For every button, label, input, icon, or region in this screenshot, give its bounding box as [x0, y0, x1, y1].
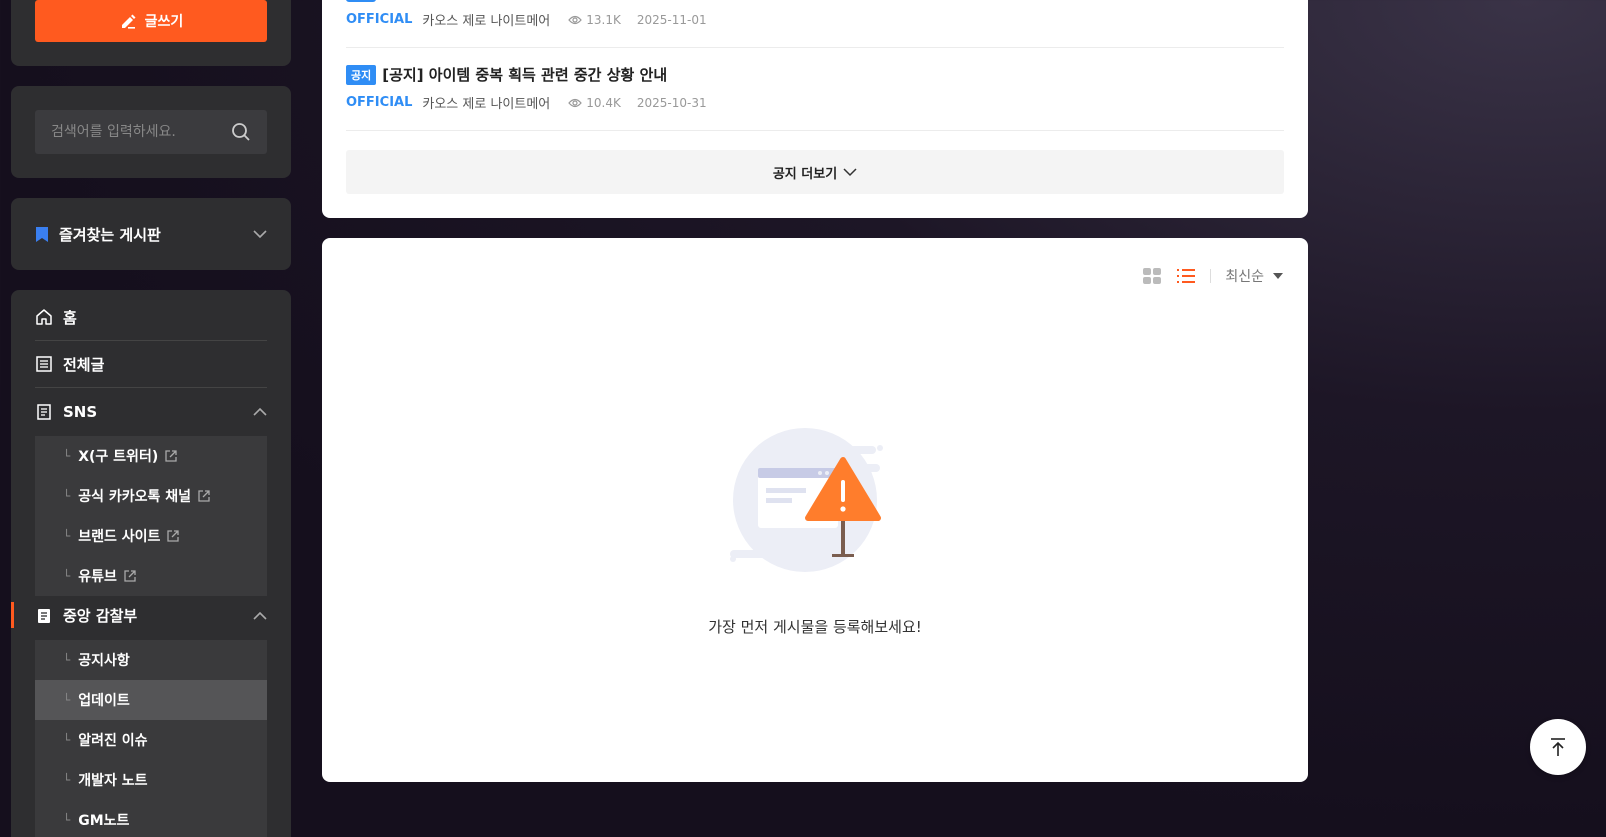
sub-item-notices[interactable]: └ 공지사항: [35, 640, 267, 680]
notice-badge-partial: [346, 0, 376, 2]
posts-card: 최신순 가장 먼저 게시물을 등록해보세요!: [322, 238, 1308, 782]
sub-item-dev-notes[interactable]: └ 개발자 노트: [35, 760, 267, 800]
sub-item-label: X(구 트위터): [78, 449, 159, 465]
pencil-icon: [119, 13, 137, 29]
author-name[interactable]: 카오스 제로 나이트메어: [422, 93, 550, 112]
chevron-up-icon: [253, 407, 267, 416]
more-notices-label: 공지 더보기: [772, 166, 838, 182]
sub-item-label: 브랜드 사이트: [78, 529, 161, 545]
official-label: OFFICIAL: [346, 95, 413, 110]
sub-item-brand[interactable]: └ 브랜드 사이트: [35, 516, 267, 556]
sub-item-label: 알려진 이슈: [78, 733, 148, 749]
external-link-icon: [123, 569, 137, 583]
author-name[interactable]: 카오스 제로 나이트메어: [422, 10, 550, 29]
favorites-label: 즐겨찾는 게시판: [59, 225, 161, 244]
write-panel: 글쓰기: [11, 0, 291, 66]
chevron-down-icon: [253, 229, 267, 239]
caret-down-icon: [1272, 272, 1284, 280]
sub-item-youtube[interactable]: └ 유튜브: [35, 556, 267, 596]
list-document-icon: [35, 355, 53, 373]
sub-item-updates[interactable]: └ 업데이트: [35, 680, 267, 720]
elbow-icon: └: [63, 773, 71, 787]
sub-item-known-issues[interactable]: └ 알려진 이슈: [35, 720, 267, 760]
notice-meta: OFFICIAL 카오스 제로 나이트메어 10.4K 2025-10-31: [346, 93, 707, 112]
views-count: 13.1K: [586, 12, 621, 27]
toolbar-separator: [1210, 269, 1212, 283]
empty-state-illustration: [730, 428, 890, 578]
external-link-icon: [164, 449, 178, 463]
sub-item-x[interactable]: └ X(구 트위터): [35, 436, 267, 476]
chevron-down-icon: [843, 167, 857, 177]
sort-dropdown[interactable]: 최신순: [1225, 266, 1284, 286]
post-date: 2025-11-01: [636, 12, 707, 27]
sub-item-label: 업데이트: [78, 693, 130, 709]
favorites-panel: 즐겨찾는 게시판: [11, 198, 291, 270]
sub-item-label: GM노트: [78, 813, 130, 829]
divider: [346, 130, 1284, 131]
sub-item-gm-notes[interactable]: └ GM노트: [35, 800, 267, 837]
notices-card: OFFICIAL 카오스 제로 나이트메어 13.1K 2025-11-01 공…: [322, 0, 1308, 218]
notice-row-title[interactable]: 공지 [공지] 아이템 중복 획득 관련 중간 상황 안내: [346, 64, 667, 85]
notice-title[interactable]: [공지] 아이템 중복 획득 관련 중간 상황 안내: [382, 64, 667, 85]
nav-home-label: 홈: [63, 308, 77, 327]
sub-item-label: 유튜브: [78, 569, 117, 585]
nav-home[interactable]: 홈: [35, 294, 267, 341]
elbow-icon: └: [63, 813, 71, 827]
views: 13.1K: [568, 13, 621, 27]
bookmark-icon: [35, 226, 49, 243]
home-icon: [35, 308, 53, 326]
elbow-icon: └: [63, 449, 71, 463]
divider: [346, 47, 1284, 48]
nav-sns[interactable]: SNS: [35, 388, 267, 435]
post-date: 2025-10-31: [636, 95, 707, 110]
notice-badge: 공지: [346, 64, 377, 85]
search-box: [35, 110, 267, 154]
empty-state-message: 가장 먼저 게시물을 등록해보세요!: [708, 618, 922, 636]
nav-central-label: 중앙 감찰부: [63, 607, 138, 625]
arrow-up-icon: [1548, 737, 1568, 757]
favorites-toggle[interactable]: 즐겨찾는 게시판: [35, 198, 267, 270]
external-link-icon: [166, 529, 180, 543]
elbow-icon: └: [63, 693, 71, 707]
elbow-icon: └: [63, 653, 71, 667]
views: 10.4K: [568, 96, 621, 110]
central-subgroup: └ 공지사항 └ 업데이트 └ 알려진 이슈 └ 개발자 노트 └ GM노트: [35, 640, 267, 837]
grid-view-icon[interactable]: [1142, 267, 1162, 285]
nav-panel: 홈 전체글 SNS └ X(구 트위터) └ 공식 카카오톡 채널 └ 브랜드 …: [11, 290, 291, 837]
nav-all-posts[interactable]: 전체글: [35, 341, 267, 388]
sub-item-kakao[interactable]: └ 공식 카카오톡 채널: [35, 476, 267, 516]
eye-icon: [568, 98, 583, 108]
elbow-icon: └: [63, 569, 71, 583]
elbow-icon: └: [63, 733, 71, 747]
sort-label: 최신순: [1225, 269, 1264, 285]
write-label: 글쓰기: [144, 14, 184, 30]
view-toolbar: 최신순: [1142, 266, 1284, 286]
elbow-icon: └: [63, 529, 71, 543]
write-button[interactable]: 글쓰기: [35, 0, 267, 42]
chevron-up-icon: [253, 611, 267, 620]
document-filled-icon: [35, 607, 53, 625]
eye-icon: [568, 15, 583, 25]
sub-item-label: 공지사항: [78, 653, 130, 669]
document-icon: [35, 403, 53, 421]
nav-all-posts-label: 전체글: [63, 355, 105, 374]
official-label: OFFICIAL: [346, 12, 413, 27]
search-panel: [11, 86, 291, 178]
sub-item-label: 개발자 노트: [78, 773, 148, 789]
list-view-icon[interactable]: [1176, 268, 1196, 284]
active-section-marker: [11, 602, 14, 628]
scroll-to-top-button[interactable]: [1530, 719, 1586, 775]
views-count: 10.4K: [586, 95, 621, 110]
more-notices-button[interactable]: 공지 더보기: [346, 150, 1284, 194]
sns-subgroup: └ X(구 트위터) └ 공식 카카오톡 채널 └ 브랜드 사이트 └ 유튜브: [35, 436, 267, 596]
notice-meta: OFFICIAL 카오스 제로 나이트메어 13.1K 2025-11-01: [346, 10, 707, 29]
sub-item-label: 공식 카카오톡 채널: [78, 489, 192, 505]
elbow-icon: └: [63, 489, 71, 503]
nav-sns-label: SNS: [63, 402, 98, 421]
nav-central[interactable]: 중앙 감찰부: [35, 592, 267, 639]
search-icon[interactable]: [231, 122, 251, 142]
external-link-icon: [197, 489, 211, 503]
search-input[interactable]: [51, 124, 231, 140]
